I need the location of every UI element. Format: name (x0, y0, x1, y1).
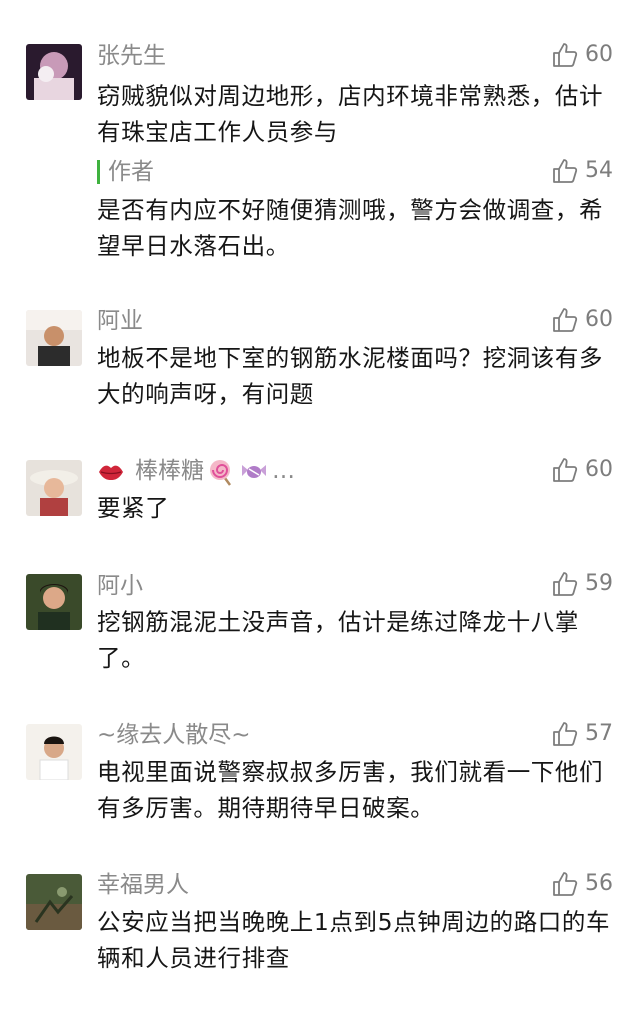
thumbs-up-icon (553, 722, 578, 746)
thumbs-up-icon (553, 159, 578, 183)
like-button[interactable]: 59 (551, 569, 613, 599)
lips-emoji-icon (99, 465, 123, 480)
like-button[interactable]: 60 (551, 305, 613, 335)
candy-emoji-icon (242, 464, 266, 478)
like-button[interactable]: 56 (551, 869, 613, 899)
like-button[interactable]: 60 (551, 455, 613, 485)
author-label: 作者 (108, 159, 154, 185)
like-count: 60 (585, 307, 613, 332)
comment-text: 公安应当把当晚晚上1点到5点钟周边的路口的车辆和人员进行排查 (97, 908, 611, 972)
like-count: 56 (585, 871, 613, 896)
avatar[interactable] (26, 574, 82, 630)
like-count: 59 (585, 571, 613, 596)
comment-text: 窃贼貌似对周边地形，店内环境非常熟悉，估计有珠宝店工作人员参与 (97, 82, 604, 146)
comment-username-text: 棒棒糖 (135, 458, 204, 484)
comment-username[interactable]: 幸福男人 (97, 870, 189, 900)
avatar[interactable] (26, 460, 82, 516)
like-count: 60 (585, 457, 613, 482)
comment-username[interactable]: ~缘去人散尽~ (97, 720, 251, 750)
like-button[interactable]: 60 (551, 40, 613, 70)
like-count: 60 (585, 42, 613, 67)
like-button[interactable]: 54 (551, 156, 613, 186)
comment-username[interactable]: 张先生 (97, 41, 166, 71)
name-ellipsis: … (272, 458, 295, 484)
avatar[interactable] (26, 724, 82, 780)
avatar[interactable] (26, 874, 82, 930)
comment-text: 地板不是地下室的钢筋水泥楼面吗？挖洞该有多大的响声呀，有问题 (97, 344, 604, 408)
thumbs-up-icon (553, 43, 578, 67)
comment-text: 电视里面说警察叔叔多厉害，我们就看一下他们有多厉害。期待期待早日破案。 (97, 758, 604, 822)
comment-username[interactable]: 棒棒糖 … (97, 456, 295, 486)
avatar[interactable] (26, 310, 82, 366)
comment-username[interactable]: 阿小 (97, 571, 143, 601)
comment-text: 要紧了 (97, 494, 170, 522)
avatar[interactable] (26, 44, 82, 100)
lollipop-emoji-icon (210, 459, 232, 486)
thumbs-up-icon (553, 458, 578, 482)
like-button[interactable]: 57 (551, 719, 613, 749)
thumbs-up-icon (553, 872, 578, 896)
like-count: 57 (585, 721, 613, 746)
author-reply-indicator (97, 160, 100, 184)
thumbs-up-icon (553, 572, 578, 596)
thumbs-up-icon (553, 308, 578, 332)
like-count: 54 (585, 158, 613, 183)
reply-text: 是否有内应不好随便猜测哦，警方会做调查，希望早日水落石出。 (97, 196, 604, 260)
comment-username[interactable]: 阿业 (97, 306, 143, 336)
comment-text: 挖钢筋混泥土没声音，估计是练过降龙十八掌了。 (97, 608, 579, 672)
